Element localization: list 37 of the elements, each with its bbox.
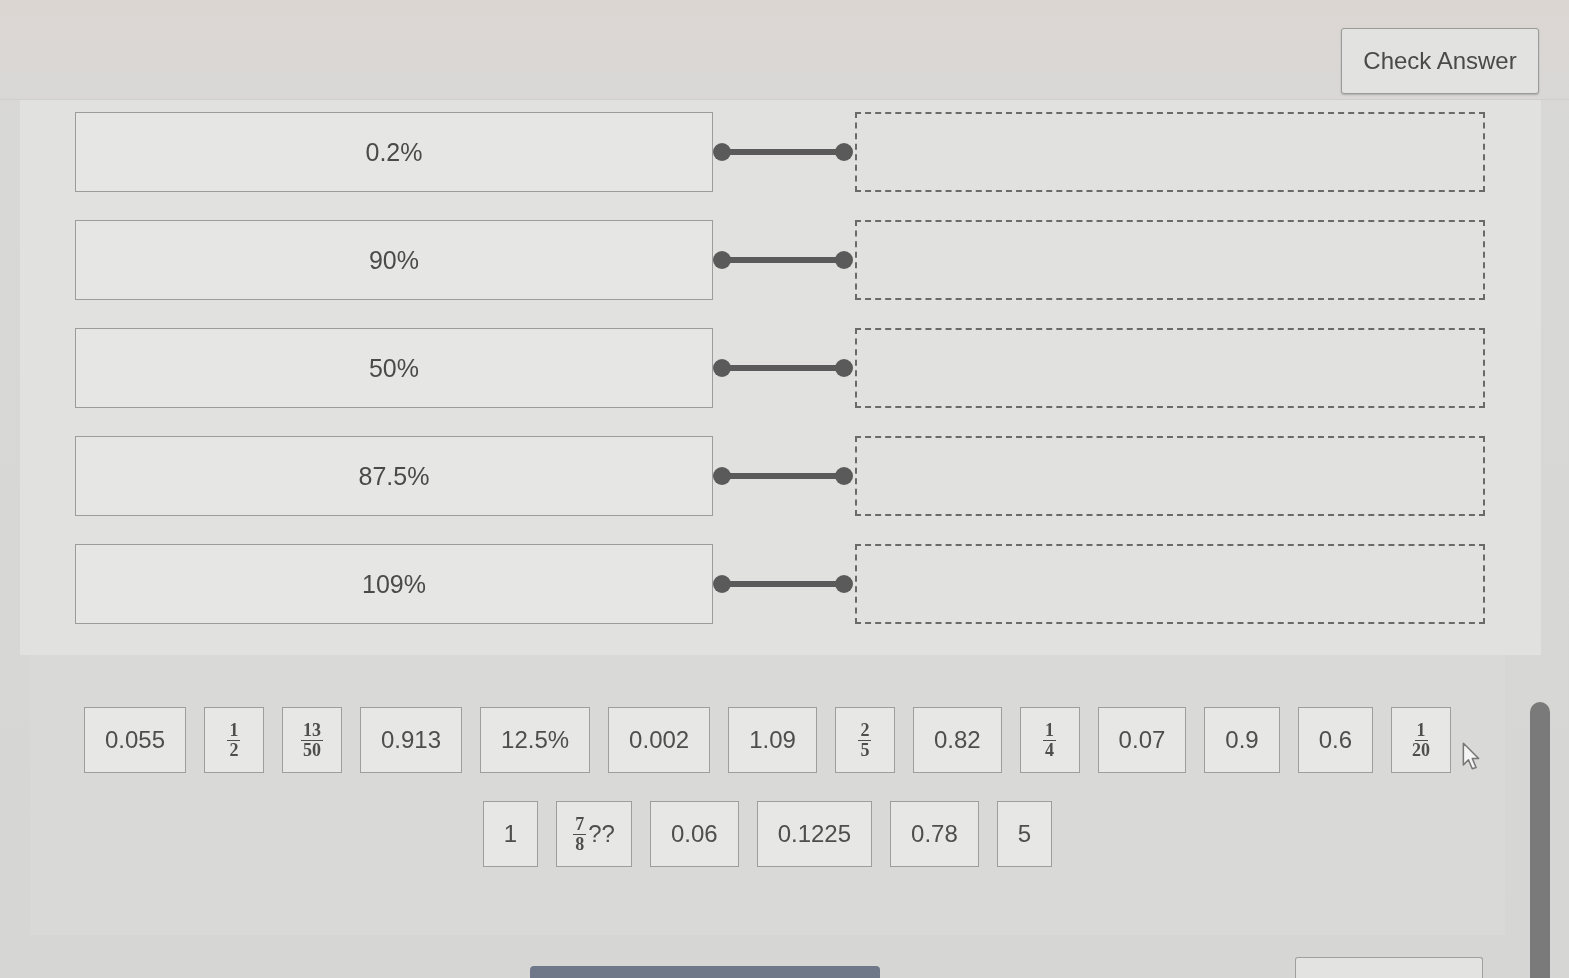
fraction-tile[interactable]: 1 2 <box>204 707 264 773</box>
answer-tile[interactable]: 1.09 <box>728 707 817 773</box>
answer-tile[interactable]: 0.9 <box>1204 707 1280 773</box>
connector-icon <box>713 358 853 378</box>
prompt-card: 87.5% <box>75 436 713 516</box>
connector-icon <box>713 142 853 162</box>
fraction-tile[interactable]: 1 20 <box>1391 707 1452 773</box>
prompt-card: 50% <box>75 328 713 408</box>
check-answer-button[interactable]: Check Answer <box>1341 28 1539 94</box>
drop-target[interactable] <box>855 436 1485 516</box>
connector-icon <box>713 250 853 270</box>
answer-tile[interactable]: 0.07 <box>1097 707 1187 773</box>
answer-tile[interactable]: 0.82 <box>912 707 1002 773</box>
fraction-tile[interactable]: 2 5 <box>834 707 895 773</box>
answer-tile[interactable]: 0.002 <box>608 707 711 773</box>
drop-target[interactable] <box>855 328 1485 408</box>
answer-tile[interactable]: 5 <box>996 801 1053 867</box>
answer-tile[interactable]: 0.055 <box>83 707 186 773</box>
scrollbar[interactable] <box>1530 702 1550 978</box>
answer-tile[interactable]: 0.913 <box>360 707 463 773</box>
answer-tile[interactable]: 0.78 <box>890 801 979 867</box>
answer-tile[interactable]: 0.06 <box>649 801 739 867</box>
prompt-card: 109% <box>75 544 713 624</box>
fraction-tile[interactable]: 13 50 <box>282 707 342 773</box>
answer-tile[interactable]: 0.6 <box>1297 707 1374 773</box>
cursor-icon <box>1462 742 1480 770</box>
drop-target[interactable] <box>855 112 1485 192</box>
prompt-card: 0.2% <box>75 112 713 192</box>
answer-tile[interactable]: 12.5% <box>480 707 591 773</box>
answer-tile[interactable]: 1 <box>482 801 539 867</box>
connector-icon <box>713 466 853 486</box>
drop-target[interactable] <box>855 544 1485 624</box>
fraction-tile[interactable]: 1 4 <box>1019 707 1080 773</box>
drop-target[interactable] <box>855 220 1485 300</box>
connector-icon <box>713 574 853 594</box>
answer-tile[interactable]: 0.1225 <box>756 801 873 867</box>
prompt-card: 90% <box>75 220 713 300</box>
